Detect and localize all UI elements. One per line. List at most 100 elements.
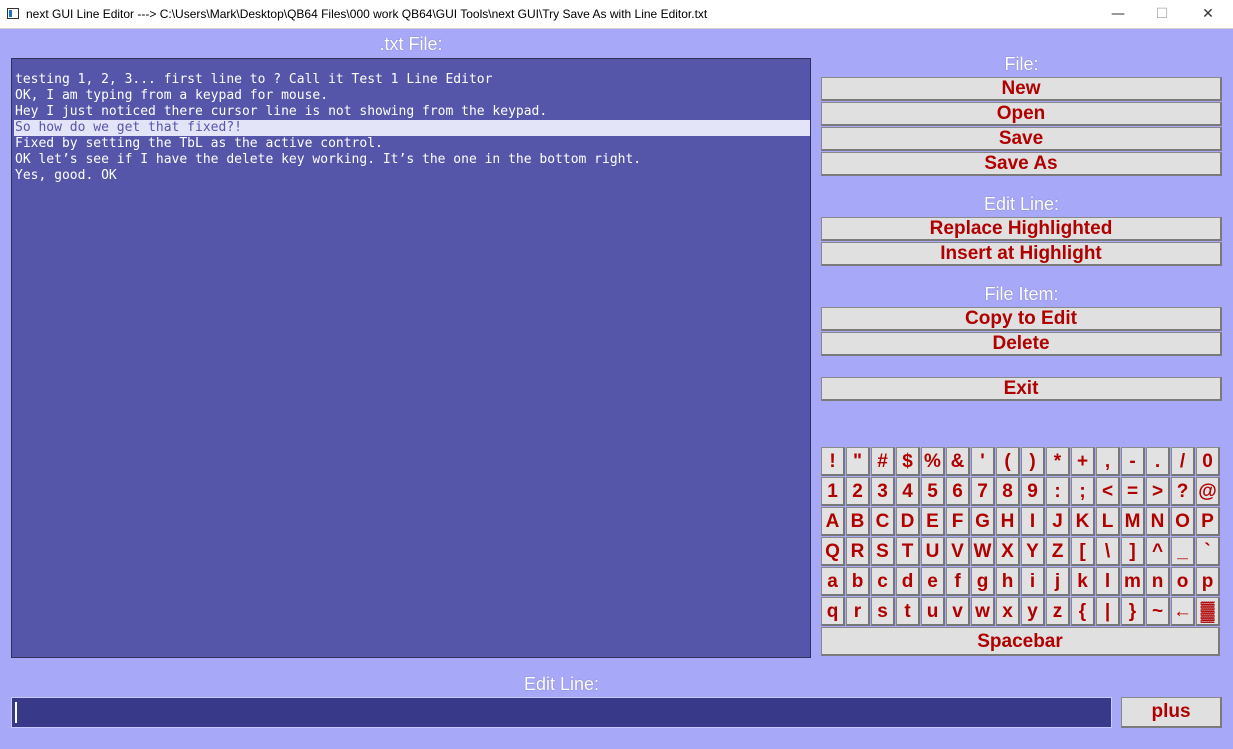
keypad-key[interactable]: b: [846, 567, 870, 596]
keypad-key[interactable]: e: [921, 567, 945, 596]
keypad-key[interactable]: M: [1121, 507, 1145, 536]
keypad-key[interactable]: ^: [1146, 537, 1170, 566]
keypad-key[interactable]: y: [1021, 597, 1045, 626]
keypad-key[interactable]: 6: [946, 477, 970, 506]
keypad-key[interactable]: 3: [871, 477, 895, 506]
plus-button[interactable]: plus: [1121, 697, 1222, 728]
keypad-key[interactable]: #: [871, 447, 895, 476]
keypad-key[interactable]: T: [896, 537, 920, 566]
keypad-key[interactable]: |: [1096, 597, 1120, 626]
list-item[interactable]: Fixed by setting the TbL as the active c…: [14, 136, 810, 152]
list-item[interactable]: Yes, good. OK: [14, 168, 810, 184]
save-as-button[interactable]: Save As: [821, 152, 1222, 176]
keypad-key[interactable]: 0: [1196, 447, 1220, 476]
keypad-key[interactable]: >: [1146, 477, 1170, 506]
keypad-key[interactable]: k: [1071, 567, 1095, 596]
new-button[interactable]: New: [821, 77, 1222, 101]
keypad-key[interactable]: d: [896, 567, 920, 596]
keypad-key[interactable]: ): [1021, 447, 1045, 476]
keypad-key[interactable]: :: [1046, 477, 1070, 506]
maximize-icon[interactable]: ☐: [1139, 0, 1185, 28]
keypad-key[interactable]: g: [971, 567, 995, 596]
keypad-key[interactable]: ': [971, 447, 995, 476]
keypad-key[interactable]: ;: [1071, 477, 1095, 506]
keypad-key[interactable]: O: [1171, 507, 1195, 536]
keypad-key[interactable]: *: [1046, 447, 1070, 476]
keypad-key[interactable]: J: [1046, 507, 1070, 536]
keypad-key[interactable]: z: [1046, 597, 1070, 626]
keypad-key[interactable]: l: [1096, 567, 1120, 596]
keypad-key[interactable]: K: [1071, 507, 1095, 536]
keypad-key[interactable]: S: [871, 537, 895, 566]
keypad-key[interactable]: X: [996, 537, 1020, 566]
list-item[interactable]: OK let’s see if I have the delete key wo…: [14, 152, 810, 168]
list-item[interactable]: testing 1, 2, 3... first line to ? Call …: [14, 72, 810, 88]
keypad-key[interactable]: &: [946, 447, 970, 476]
open-button[interactable]: Open: [821, 102, 1222, 126]
keypad-key[interactable]: 8: [996, 477, 1020, 506]
keypad-key[interactable]: .: [1146, 447, 1170, 476]
keypad-key[interactable]: ": [846, 447, 870, 476]
keypad-key[interactable]: `: [1196, 537, 1220, 566]
keypad-key[interactable]: m: [1121, 567, 1145, 596]
keypad-key[interactable]: o: [1171, 567, 1195, 596]
exit-button[interactable]: Exit: [821, 377, 1222, 401]
delete-key[interactable]: ▓: [1196, 597, 1220, 626]
keypad-key[interactable]: 2: [846, 477, 870, 506]
keypad-key[interactable]: 5: [921, 477, 945, 506]
spacebar-button[interactable]: Spacebar: [821, 627, 1220, 656]
keypad-key[interactable]: H: [996, 507, 1020, 536]
keypad-key[interactable]: A: [821, 507, 845, 536]
keypad-key[interactable]: s: [871, 597, 895, 626]
keypad-key[interactable]: W: [971, 537, 995, 566]
keypad-key[interactable]: ?: [1171, 477, 1195, 506]
keypad-key[interactable]: ,: [1096, 447, 1120, 476]
keypad-key[interactable]: <: [1096, 477, 1120, 506]
keypad-key[interactable]: a: [821, 567, 845, 596]
keypad-key[interactable]: r: [846, 597, 870, 626]
keypad-key[interactable]: +: [1071, 447, 1095, 476]
keypad-key[interactable]: C: [871, 507, 895, 536]
backspace-key[interactable]: ←: [1171, 597, 1195, 626]
keypad-key[interactable]: q: [821, 597, 845, 626]
list-item[interactable]: OK, I am typing from a keypad for mouse.: [14, 88, 810, 104]
keypad-key[interactable]: /: [1171, 447, 1195, 476]
copy-to-edit-button[interactable]: Copy to Edit: [821, 307, 1222, 331]
keypad-key[interactable]: Y: [1021, 537, 1045, 566]
list-item[interactable]: Hey I just noticed there cursor line is …: [14, 104, 810, 120]
file-text-list[interactable]: testing 1, 2, 3... first line to ? Call …: [11, 58, 811, 658]
keypad-key[interactable]: 7: [971, 477, 995, 506]
keypad-key[interactable]: U: [921, 537, 945, 566]
close-icon[interactable]: ✕: [1185, 0, 1231, 28]
keypad-key[interactable]: Q: [821, 537, 845, 566]
keypad-key[interactable]: u: [921, 597, 945, 626]
keypad-key[interactable]: !: [821, 447, 845, 476]
keypad-key[interactable]: $: [896, 447, 920, 476]
insert-at-highlight-button[interactable]: Insert at Highlight: [821, 242, 1222, 266]
save-button[interactable]: Save: [821, 127, 1222, 151]
keypad-key[interactable]: =: [1121, 477, 1145, 506]
keypad-key[interactable]: 1: [821, 477, 845, 506]
list-item-highlighted[interactable]: So how do we get that fixed?!: [14, 120, 810, 136]
keypad-key[interactable]: i: [1021, 567, 1045, 596]
keypad-key[interactable]: P: [1196, 507, 1220, 536]
keypad-key[interactable]: c: [871, 567, 895, 596]
keypad-key[interactable]: _: [1171, 537, 1195, 566]
keypad-key[interactable]: @: [1196, 477, 1220, 506]
delete-button[interactable]: Delete: [821, 332, 1222, 356]
keypad-key[interactable]: L: [1096, 507, 1120, 536]
keypad-key[interactable]: D: [896, 507, 920, 536]
replace-highlighted-button[interactable]: Replace Highlighted: [821, 217, 1222, 241]
keypad-key[interactable]: 4: [896, 477, 920, 506]
keypad-key[interactable]: [: [1071, 537, 1095, 566]
keypad-key[interactable]: \: [1096, 537, 1120, 566]
keypad-key[interactable]: (: [996, 447, 1020, 476]
keypad-key[interactable]: F: [946, 507, 970, 536]
edit-line-input[interactable]: [11, 697, 1112, 728]
keypad-key[interactable]: B: [846, 507, 870, 536]
keypad-key[interactable]: w: [971, 597, 995, 626]
keypad-key[interactable]: }: [1121, 597, 1145, 626]
keypad-key[interactable]: G: [971, 507, 995, 536]
keypad-key[interactable]: j: [1046, 567, 1070, 596]
keypad-key[interactable]: v: [946, 597, 970, 626]
